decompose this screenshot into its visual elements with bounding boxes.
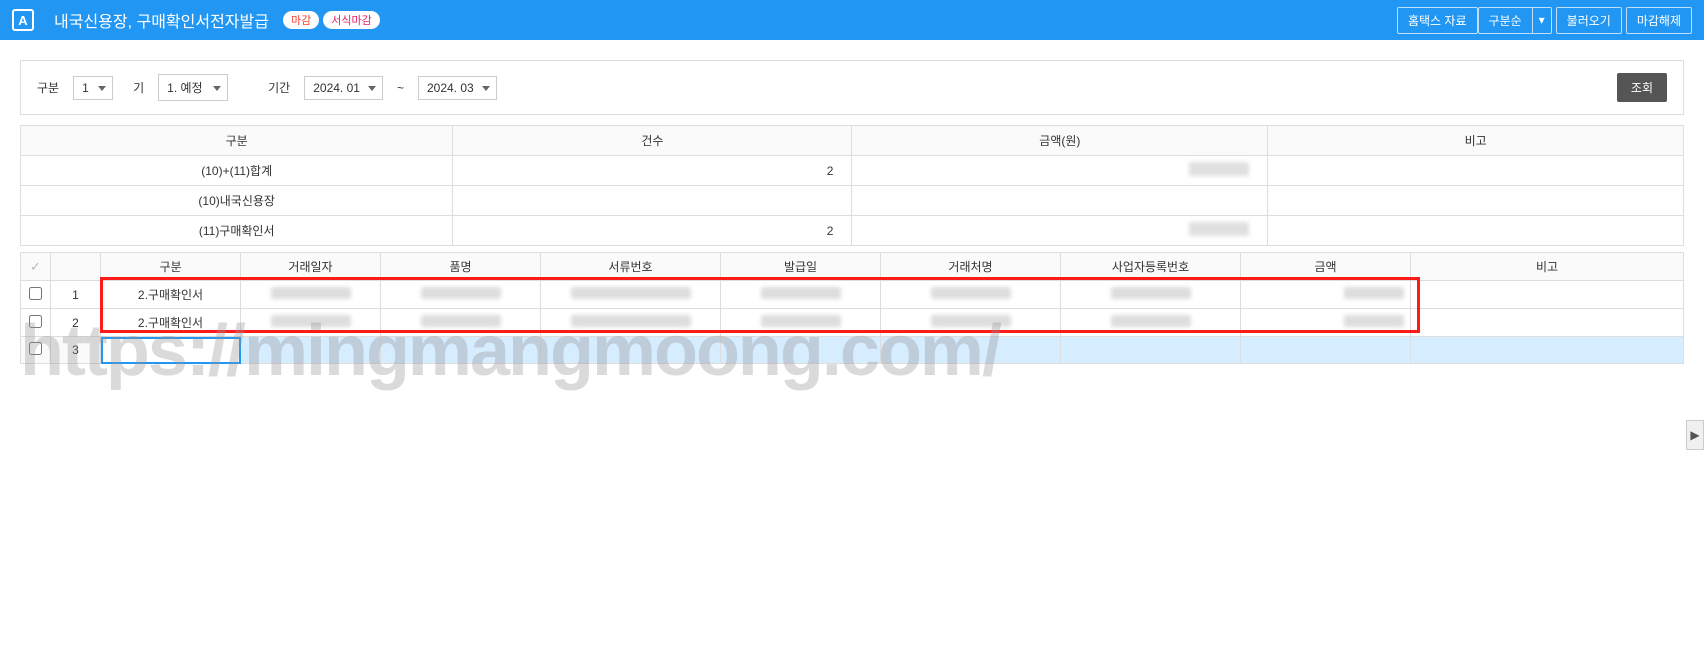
- row-issue[interactable]: [721, 281, 881, 309]
- row-checkbox[interactable]: [29, 287, 42, 300]
- row-checkbox[interactable]: [29, 342, 42, 355]
- row-amount[interactable]: [1241, 309, 1411, 337]
- summary-row-amount: [852, 156, 1268, 186]
- summary-table: 구분 건수 금액(원) 비고 (10)+(11)합계 2 (10)내국신용장 (…: [20, 125, 1684, 246]
- row-amount[interactable]: [1241, 281, 1411, 309]
- table-row[interactable]: 3: [21, 337, 1684, 364]
- sort-dropdown-button[interactable]: ▾: [1533, 7, 1552, 34]
- row-docno[interactable]: [541, 337, 721, 364]
- row-docno[interactable]: [541, 281, 721, 309]
- hometax-data-button[interactable]: 홈택스 자료: [1397, 7, 1478, 34]
- checkall-header[interactable]: ✓: [21, 253, 51, 281]
- header-bar: A 내국신용장, 구매확인서전자발급 마감 서식마감 홈택스 자료 구분순 ▾ …: [0, 0, 1704, 40]
- table-row[interactable]: 1 2.구매확인서: [21, 281, 1684, 309]
- row-note[interactable]: [1411, 281, 1684, 309]
- row-vendor[interactable]: [881, 309, 1061, 337]
- page-title: 내국신용장, 구매확인서전자발급: [54, 8, 269, 32]
- row-bizno[interactable]: [1061, 337, 1241, 364]
- side-expand-button[interactable]: ▶: [1686, 420, 1704, 450]
- row-item[interactable]: [381, 337, 541, 364]
- detail-header-amount: 금액: [1241, 253, 1411, 281]
- row-docno[interactable]: [541, 309, 721, 337]
- detail-header-bizno: 사업자등록번호: [1061, 253, 1241, 281]
- summary-header-amount: 금액(원): [852, 126, 1268, 156]
- badge-form-closed: 서식마감: [323, 11, 379, 29]
- summary-header-note: 비고: [1268, 126, 1684, 156]
- detail-header-gubun: 구분: [101, 253, 241, 281]
- row-gubun[interactable]: 2.구매확인서: [101, 281, 241, 309]
- detail-header-issue: 발급일: [721, 253, 881, 281]
- detail-table-wrap: ✓ 구분 거래일자 품명 서류번호 발급일 거래처명 사업자등록번호 금액 비고…: [20, 252, 1684, 364]
- detail-table: ✓ 구분 거래일자 품명 서류번호 발급일 거래처명 사업자등록번호 금액 비고…: [20, 252, 1684, 364]
- row-vendor[interactable]: [881, 281, 1061, 309]
- row-index: 1: [51, 281, 101, 309]
- row-bizno[interactable]: [1061, 281, 1241, 309]
- detail-header-note: 비고: [1411, 253, 1684, 281]
- summary-row-count: [453, 186, 852, 216]
- summary-row-label: (10)+(11)합계: [21, 156, 453, 186]
- table-row[interactable]: 2 2.구매확인서: [21, 309, 1684, 337]
- row-issue[interactable]: [721, 309, 881, 337]
- row-vendor[interactable]: [881, 337, 1061, 364]
- unlock-button[interactable]: 마감해제: [1626, 7, 1692, 34]
- period-to-select[interactable]: 2024. 03: [418, 76, 497, 100]
- row-gubun[interactable]: [101, 337, 241, 364]
- row-index: 3: [51, 337, 101, 364]
- summary-row-label: (11)구매확인서: [21, 216, 453, 246]
- summary-row-count: 2: [453, 216, 852, 246]
- detail-header-vendor: 거래처명: [881, 253, 1061, 281]
- row-amount[interactable]: [1241, 337, 1411, 364]
- gubun-label: 구분: [37, 79, 59, 96]
- row-bizno[interactable]: [1061, 309, 1241, 337]
- row-gubun[interactable]: 2.구매확인서: [101, 309, 241, 337]
- period-label: 기간: [268, 79, 290, 96]
- row-date[interactable]: [241, 281, 381, 309]
- summary-row-count: 2: [453, 156, 852, 186]
- summary-row-amount: [852, 216, 1268, 246]
- badge-closed: 마감: [283, 11, 319, 29]
- index-header: [51, 253, 101, 281]
- search-button[interactable]: 조회: [1617, 73, 1667, 102]
- app-icon: A: [12, 9, 34, 31]
- gi-label: 기: [133, 79, 144, 96]
- row-checkbox[interactable]: [29, 315, 42, 328]
- gi-select[interactable]: 1. 예정: [158, 74, 228, 101]
- row-index: 2: [51, 309, 101, 337]
- row-item[interactable]: [381, 309, 541, 337]
- gubun-select[interactable]: 1: [73, 76, 113, 100]
- summary-row-note: [1268, 156, 1684, 186]
- chevron-right-icon: ▶: [1690, 428, 1699, 442]
- summary-row-note: [1268, 186, 1684, 216]
- detail-header-date: 거래일자: [241, 253, 381, 281]
- detail-header-docno: 서류번호: [541, 253, 721, 281]
- detail-header-item: 품명: [381, 253, 541, 281]
- summary-header-count: 건수: [453, 126, 852, 156]
- load-button[interactable]: 불러오기: [1556, 7, 1622, 34]
- period-separator: ~: [397, 81, 404, 95]
- summary-header-gubun: 구분: [21, 126, 453, 156]
- row-issue[interactable]: [721, 337, 881, 364]
- row-date[interactable]: [241, 309, 381, 337]
- summary-row-amount: [852, 186, 1268, 216]
- row-date[interactable]: [241, 337, 381, 364]
- row-note[interactable]: [1411, 309, 1684, 337]
- summary-row-label: (10)내국신용장: [21, 186, 453, 216]
- period-from-select[interactable]: 2024. 01: [304, 76, 383, 100]
- check-icon: ✓: [30, 259, 41, 274]
- sort-button[interactable]: 구분순: [1478, 7, 1533, 34]
- row-note[interactable]: [1411, 337, 1684, 364]
- row-item[interactable]: [381, 281, 541, 309]
- filter-bar: 구분 1 기 1. 예정 기간 2024. 01 ~ 2024. 03 조회: [20, 60, 1684, 115]
- summary-row-note: [1268, 216, 1684, 246]
